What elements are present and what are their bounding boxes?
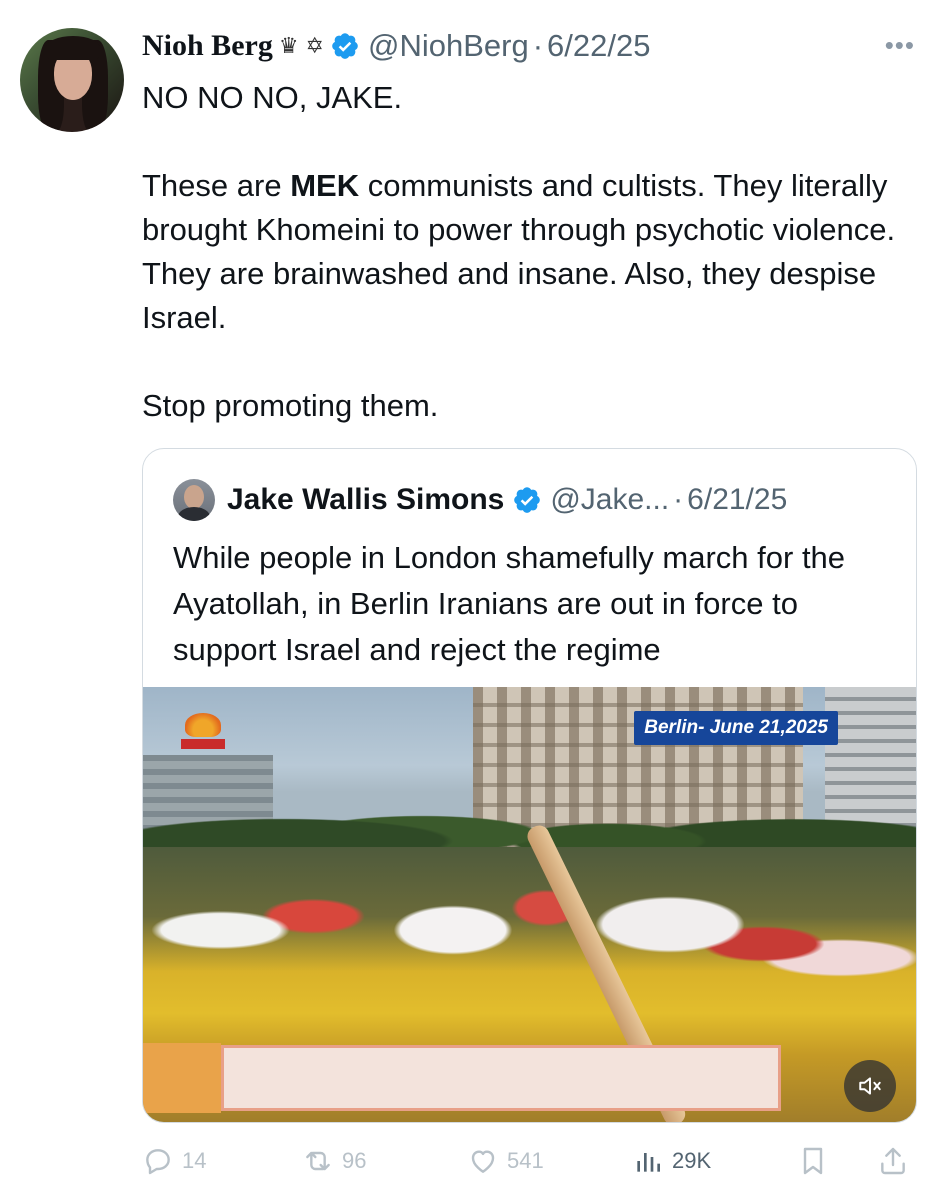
reply-icon	[146, 1149, 170, 1175]
views-icon	[637, 1153, 660, 1172]
heart-icon	[471, 1150, 495, 1173]
like-count: 541	[507, 1148, 544, 1173]
reply-button[interactable]: 14	[142, 1137, 206, 1185]
banner	[221, 1045, 781, 1111]
post-text: NO NO NO, JAKE. These are MEK communists…	[142, 76, 902, 428]
avatar-face	[184, 485, 204, 509]
post-text-line: Stop promoting them.	[142, 388, 439, 423]
author-name[interactable]: Nioh Berg	[142, 29, 273, 63]
author-avatar[interactable]	[20, 28, 124, 132]
text-span: These are	[142, 168, 291, 203]
quoted-post-text: While people in London shamefully march …	[173, 540, 846, 667]
repost-icon	[306, 1151, 330, 1171]
quoted-post-date[interactable]: 6/21/25	[687, 483, 787, 517]
like-button[interactable]: 541	[467, 1137, 544, 1185]
bookmark-icon	[803, 1147, 823, 1175]
quoted-author-avatar[interactable]	[173, 479, 215, 521]
share-icon	[881, 1147, 905, 1175]
quoted-post[interactable]: Jake Wallis Simons @Jake... · 6/21/25 Wh…	[142, 448, 917, 1123]
views-count: 29K	[672, 1148, 712, 1173]
logo-label-bar	[181, 739, 225, 749]
video-overlay-label: Berlin- June 21,2025	[634, 711, 838, 745]
author-emojis: ♛ ✡	[278, 33, 324, 59]
video-media[interactable]: Berlin- June 21,2025	[143, 687, 916, 1122]
muted-speaker-icon[interactable]	[844, 1060, 896, 1112]
speaker-off-glyph	[859, 1077, 881, 1095]
reply-count: 14	[182, 1148, 207, 1173]
share-button[interactable]	[877, 1137, 909, 1185]
author-handle[interactable]: @NiohBerg	[368, 28, 529, 64]
views-button[interactable]: 29K	[632, 1137, 711, 1185]
quoted-author-name[interactable]: Jake Wallis Simons	[227, 483, 504, 517]
logo-flame	[185, 713, 221, 737]
post-header: Nioh Berg ♛ ✡ @NiohBerg · 6/22/25	[142, 26, 650, 66]
quoted-author-handle[interactable]: @Jake...	[550, 483, 669, 517]
repost-count: 96	[342, 1148, 367, 1173]
post-text-line: NO NO NO, JAKE.	[142, 80, 403, 115]
quoted-post-header: Jake Wallis Simons @Jake... · 6/21/25	[173, 477, 787, 523]
banner	[143, 1043, 221, 1113]
separator-dot: ·	[532, 28, 544, 63]
verified-badge-icon	[514, 487, 541, 513]
bold-keyword: MEK	[290, 168, 360, 203]
avatar-hair	[46, 36, 100, 60]
channel-logo-icon	[181, 713, 225, 753]
action-bar: 14 96 541 29K	[142, 1137, 917, 1185]
avatar-body	[178, 507, 210, 521]
separator-dot: ·	[673, 483, 684, 516]
verified-badge-icon	[332, 33, 358, 59]
post-date[interactable]: 6/22/25	[547, 28, 650, 64]
post-text-paragraph: These are MEK communists and cultists. T…	[142, 164, 902, 340]
repost-button[interactable]: 96	[302, 1137, 366, 1185]
more-options-icon[interactable]: •••	[885, 30, 915, 61]
bookmark-button[interactable]	[797, 1137, 829, 1185]
